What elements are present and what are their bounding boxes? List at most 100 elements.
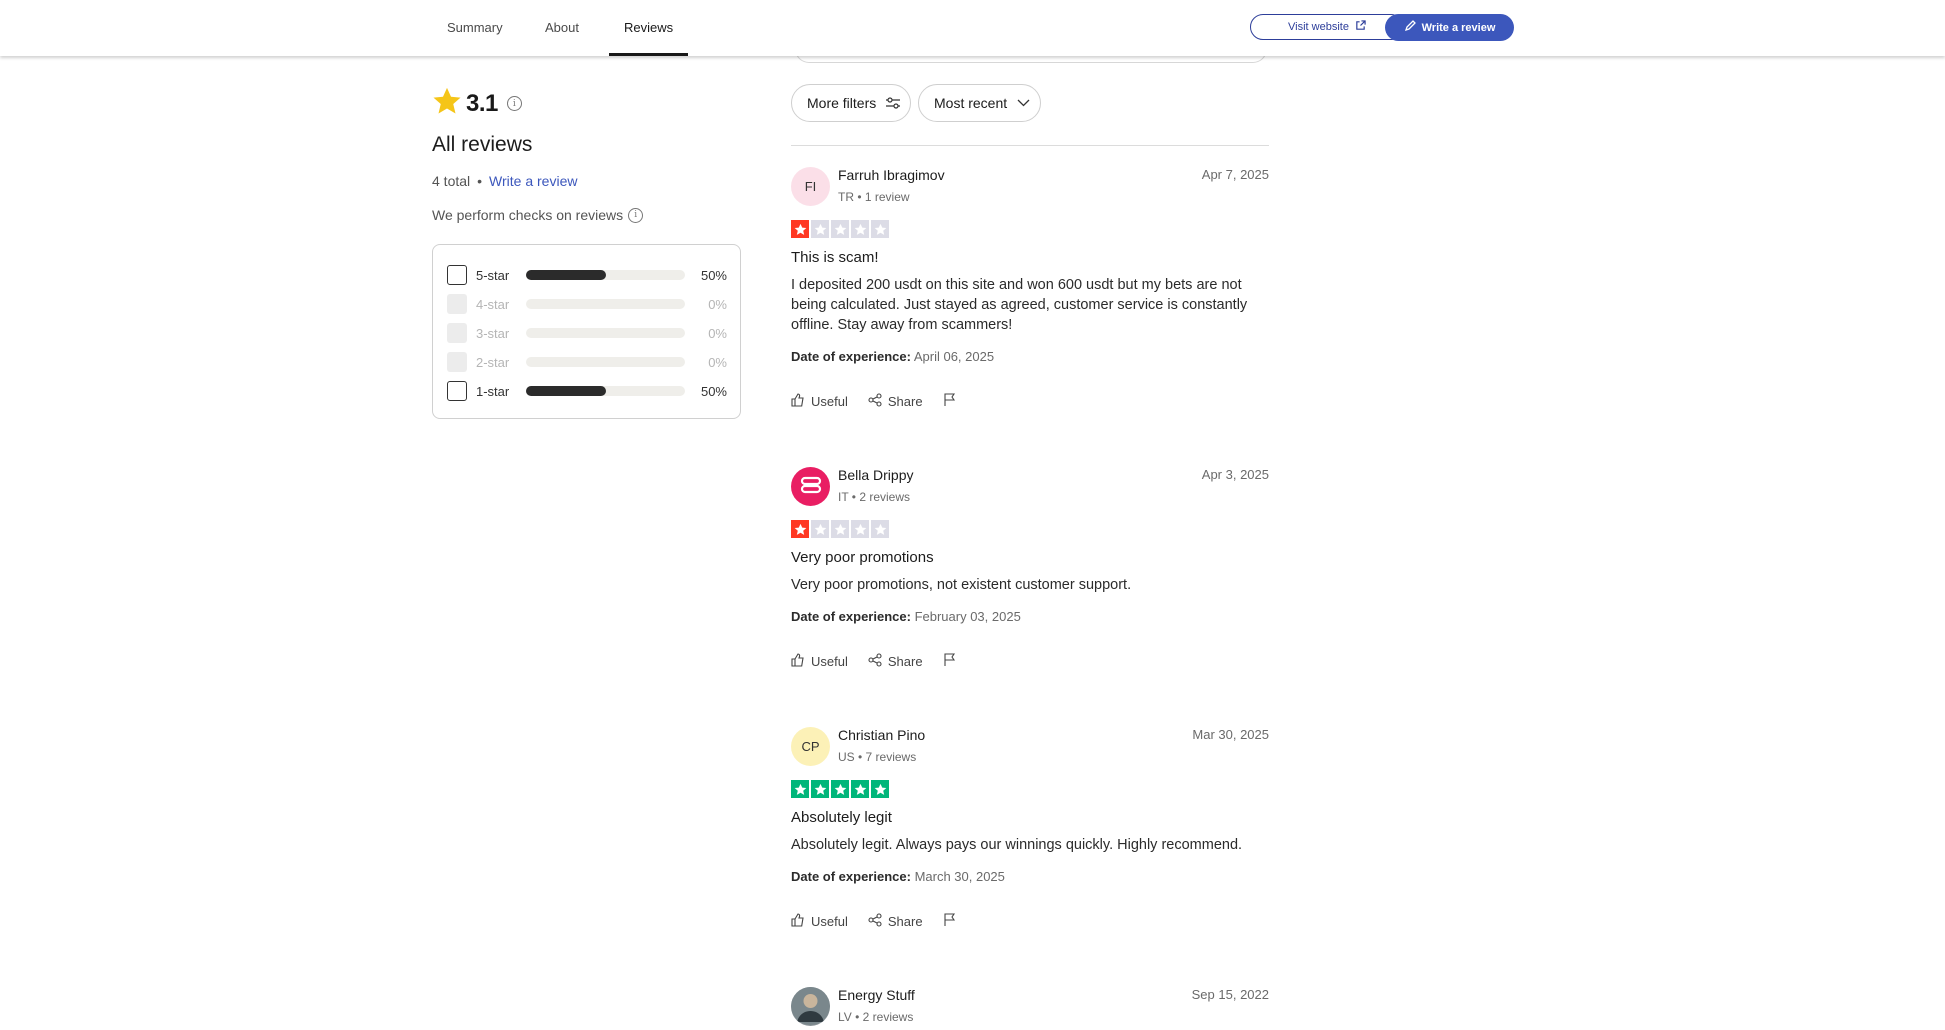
distribution-label: 4-star — [476, 296, 510, 312]
checkbox[interactable] — [447, 265, 467, 285]
date-of-experience: Date of experience: March 30, 2025 — [791, 869, 1005, 884]
flag-icon — [943, 653, 957, 670]
experience-label: Date of experience: — [791, 349, 911, 364]
visit-website-button[interactable]: Visit website — [1250, 14, 1404, 40]
reviewer-name[interactable]: Energy Stuff — [838, 987, 915, 1003]
star-icon — [871, 520, 889, 538]
review-date: Apr 7, 2025 — [1201, 167, 1269, 182]
experience-label: Date of experience: — [791, 869, 911, 884]
review-body: Very poor promotions, not existent custo… — [791, 577, 1132, 593]
total-reviews-row: 4 total • Write a review — [432, 173, 578, 189]
experience-label: Date of experience: — [791, 609, 911, 624]
more-filters-button[interactable]: More filters — [791, 84, 911, 122]
review-date: Sep 15, 2022 — [1191, 987, 1269, 1002]
share-button[interactable]: Share — [868, 653, 923, 670]
info-icon[interactable]: i — [506, 96, 522, 111]
divider — [791, 145, 1269, 146]
distribution-bar — [526, 386, 685, 396]
report-button[interactable] — [943, 393, 957, 410]
rating-distribution: 5-star 50% 4-star 0% 3-star 0% 2-star 0%… — [432, 244, 741, 419]
review-title[interactable]: Very poor promotions — [791, 549, 934, 566]
review-card: CP Christian Pino US • 7 reviews Mar 30,… — [791, 727, 1269, 937]
checkbox — [447, 294, 467, 314]
thumbs-up-icon — [791, 913, 805, 930]
sort-label: Most recent — [934, 95, 1008, 111]
useful-label: Useful — [811, 394, 848, 409]
total-count: 4 total — [432, 173, 471, 189]
star-rating — [791, 520, 889, 538]
distribution-row-2: 2-star 0% — [447, 351, 727, 373]
reviewer-meta: US • 7 reviews — [838, 750, 917, 764]
distribution-bar-fill — [526, 270, 606, 280]
star-icon — [831, 520, 849, 538]
experience-date: February 03, 2025 — [914, 609, 1021, 624]
star-icon — [871, 780, 889, 798]
star-icon — [791, 780, 809, 798]
date-of-experience: Date of experience: April 06, 2025 — [791, 349, 994, 364]
rating-summary: 3.1 i — [432, 86, 522, 121]
distribution-percent: 50% — [700, 383, 727, 399]
distribution-percent: 0% — [708, 354, 727, 370]
top-nav-bar: Summary About Reviews Visit website Writ… — [0, 0, 1945, 56]
pencil-icon — [1404, 20, 1416, 35]
share-icon — [868, 913, 882, 930]
distribution-row-1[interactable]: 1-star 50% — [447, 380, 727, 402]
thumbs-up-icon — [791, 393, 805, 410]
star-icon — [791, 520, 809, 538]
reviewer-name[interactable]: Bella Drippy — [838, 467, 913, 483]
report-button[interactable] — [943, 913, 957, 930]
rating-star-icon — [432, 86, 462, 121]
star-icon — [831, 220, 849, 238]
useful-label: Useful — [811, 654, 848, 669]
star-icon — [851, 520, 869, 538]
star-icon — [871, 220, 889, 238]
share-button[interactable]: Share — [868, 393, 923, 410]
rating-value: 3.1 — [466, 89, 498, 117]
useful-button[interactable]: Useful — [791, 653, 848, 670]
report-button[interactable] — [943, 653, 957, 670]
flag-icon — [943, 913, 957, 930]
reviewer-name[interactable]: Christian Pino — [838, 727, 925, 743]
avatar: FI — [791, 167, 830, 206]
review-body: Absolutely legit. Always pays our winnin… — [791, 837, 1243, 853]
distribution-row-5[interactable]: 5-star 50% — [447, 264, 727, 286]
write-review-label: Write a review — [1421, 21, 1496, 34]
share-label: Share — [887, 914, 923, 929]
checkbox[interactable] — [447, 381, 467, 401]
share-button[interactable]: Share — [868, 913, 923, 930]
external-link-icon — [1355, 20, 1366, 34]
useful-button[interactable]: Useful — [791, 393, 848, 410]
info-icon[interactable]: i — [628, 207, 644, 223]
avatar — [791, 987, 830, 1026]
review-actions: Useful Share — [791, 913, 977, 930]
flag-icon — [943, 393, 957, 410]
thumbs-up-icon — [791, 653, 805, 670]
distribution-bar — [526, 328, 685, 338]
review-card: FI Farruh Ibragimov TR • 1 review Apr 7,… — [791, 167, 1269, 417]
star-icon — [831, 780, 849, 798]
tab-summary[interactable]: Summary — [447, 0, 503, 56]
share-label: Share — [887, 654, 923, 669]
review-title[interactable]: Absolutely legit — [791, 809, 892, 826]
reviewer-meta: IT • 2 reviews — [838, 490, 910, 504]
distribution-label: 2-star — [476, 354, 510, 370]
sort-dropdown[interactable]: Most recent — [918, 84, 1041, 122]
avatar — [791, 467, 830, 506]
distribution-percent: 50% — [700, 267, 727, 283]
chevron-down-icon — [1017, 99, 1030, 107]
useful-button[interactable]: Useful — [791, 913, 848, 930]
distribution-bar — [526, 270, 685, 280]
date-of-experience: Date of experience: February 03, 2025 — [791, 609, 1021, 624]
review-title[interactable]: This is scam! — [791, 249, 879, 266]
reviewer-name[interactable]: Farruh Ibragimov — [838, 167, 945, 183]
write-review-link[interactable]: Write a review — [489, 173, 577, 189]
star-icon — [811, 520, 829, 538]
share-icon — [868, 393, 882, 410]
distribution-bar — [526, 357, 685, 367]
more-filters-label: More filters — [807, 95, 877, 111]
checks-text: We perform checks on reviews — [432, 207, 624, 223]
tab-about[interactable]: About — [545, 0, 579, 56]
distribution-percent: 0% — [708, 296, 727, 312]
tab-reviews[interactable]: Reviews — [608, 0, 689, 56]
write-review-button[interactable]: Write a review — [1385, 14, 1514, 41]
